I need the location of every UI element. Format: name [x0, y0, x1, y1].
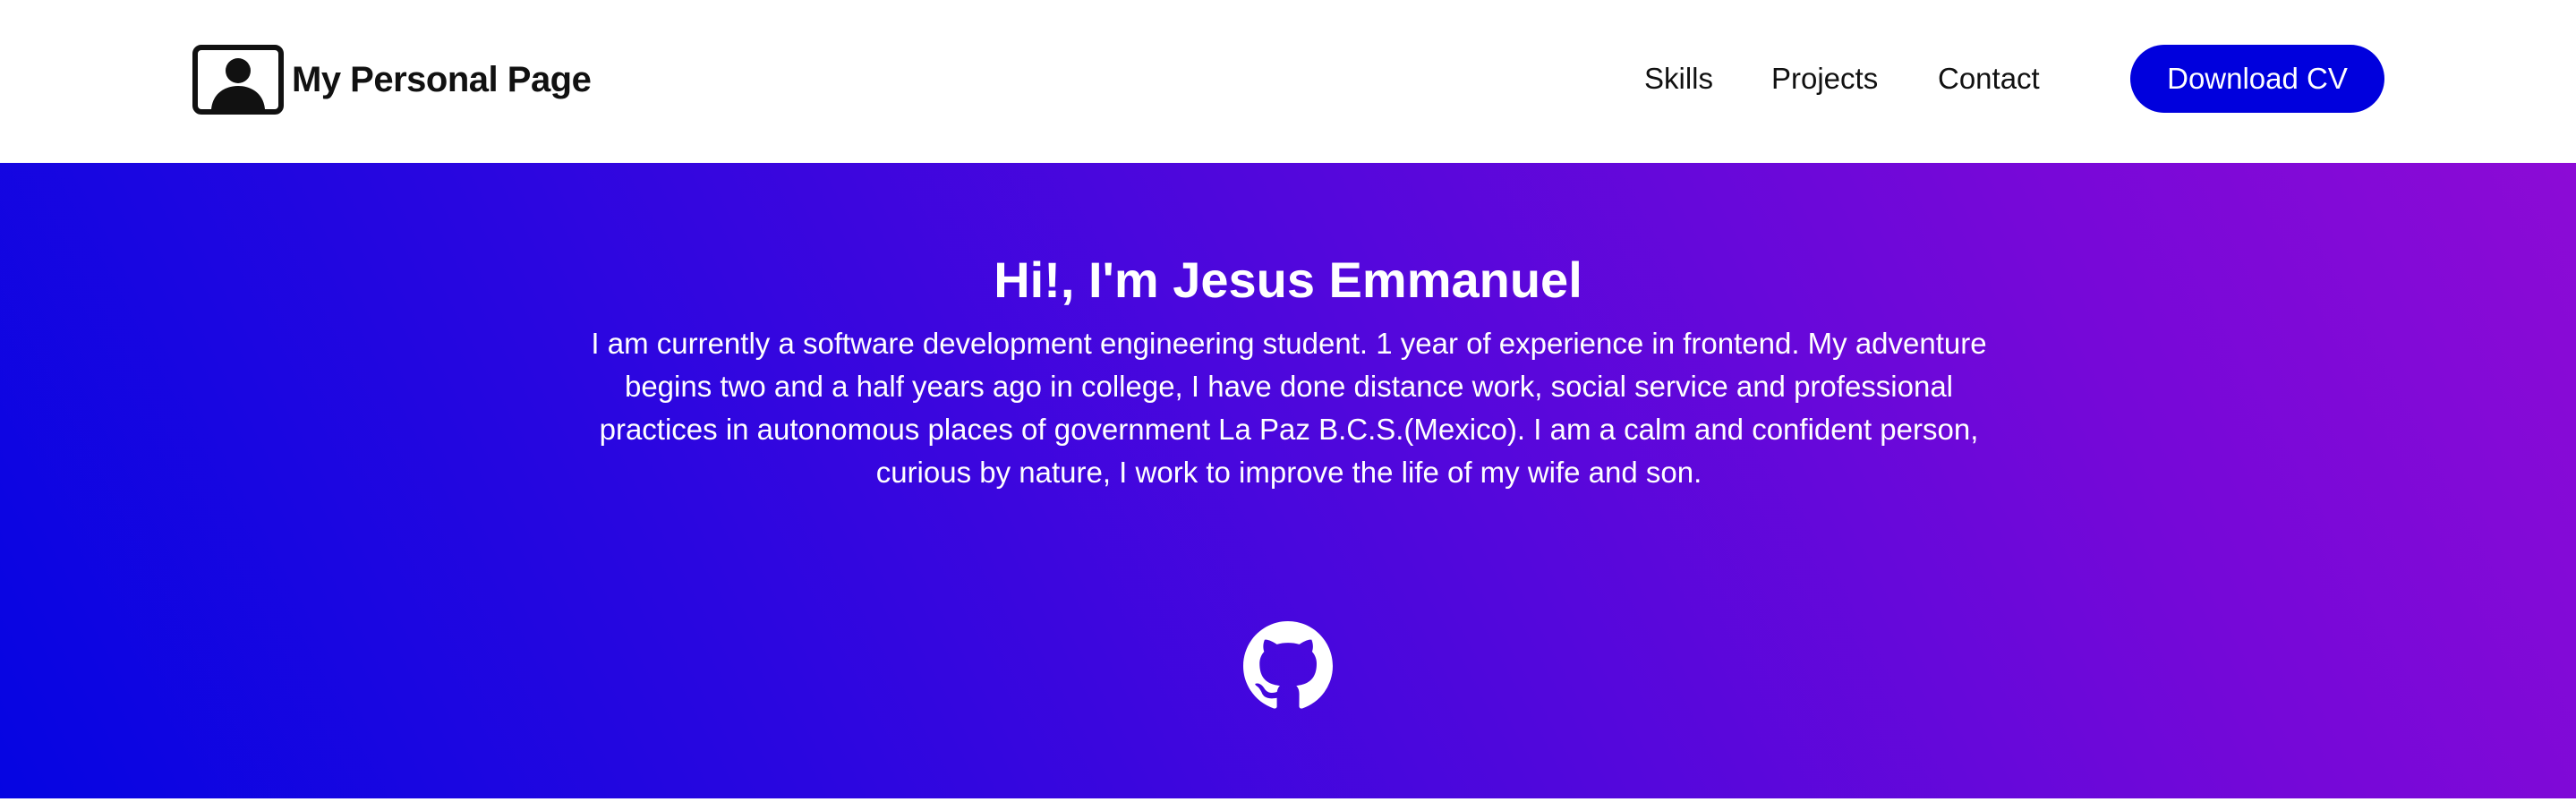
footer-divider — [0, 798, 2576, 802]
nav-link-projects[interactable]: Projects — [1771, 52, 1878, 106]
nav-link-skills[interactable]: Skills — [1644, 52, 1713, 106]
portrait-icon — [192, 44, 285, 115]
download-cv-button[interactable]: Download CV — [2130, 45, 2384, 113]
page: My Personal Page Skills Projects Contact… — [0, 0, 2576, 802]
github-icon — [1243, 621, 1333, 711]
brand-title: My Personal Page — [292, 59, 592, 99]
brand-link[interactable]: My Personal Page — [192, 44, 592, 115]
hero-section: Hi!, I'm Jesus Emmanuel I am currently a… — [0, 163, 2576, 798]
hero-description: I am currently a software development en… — [591, 327, 1987, 489]
site-header: My Personal Page Skills Projects Contact… — [0, 0, 2576, 163]
github-link[interactable] — [1243, 621, 1333, 711]
hero-title: Hi!, I'm Jesus Emmanuel — [994, 252, 1582, 308]
nav-link-contact[interactable]: Contact — [1938, 52, 2040, 106]
